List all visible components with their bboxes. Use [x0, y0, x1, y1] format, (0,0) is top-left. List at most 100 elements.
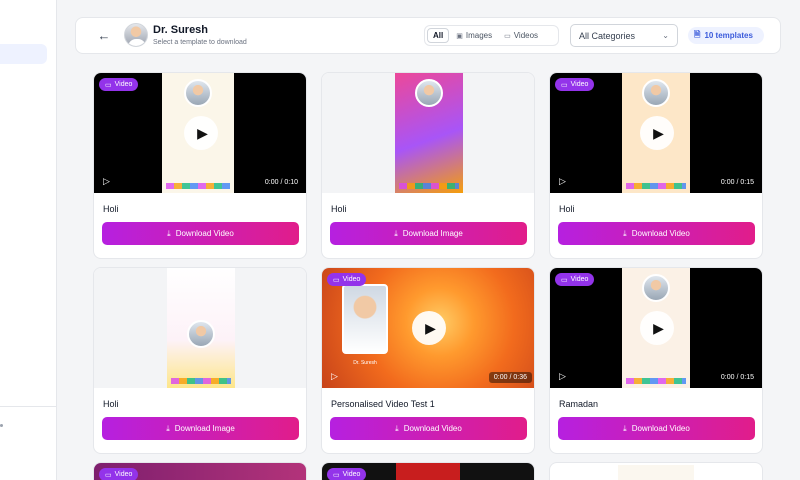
video-time: 0:00 / 0:15	[720, 179, 754, 186]
filter-images-button[interactable]: ▣ Images	[451, 28, 497, 43]
download-button-label: Download Video	[403, 424, 462, 433]
video-badge: ▭ Video	[327, 468, 367, 480]
download-video-button[interactable]: ⤓ Download Video	[330, 417, 527, 440]
template-card: ▭ Video ▶ ▷ 0:00 / 0:15 Ramadan ⤓ Download…	[549, 267, 763, 454]
card-media[interactable]: ▭ Video ▶ ▷ 0:00 / 0:15	[550, 73, 762, 193]
video-badge: ▭ Video	[327, 273, 367, 286]
download-image-button[interactable]: ⤓ Download Image	[330, 222, 527, 245]
avatar	[124, 23, 148, 47]
download-button-label: Download Image	[402, 229, 463, 238]
sidebar-active-item[interactable]	[0, 44, 47, 64]
card-media[interactable]: Dr. Suresh ▭ Video ▶ ▷ 0:00 / 0:36	[322, 268, 534, 388]
card-media[interactable]: ▭ Video ▶ ▷ 0:00 / 0:15	[550, 268, 762, 388]
template-card: Dr. Suresh ▭ Video ▶ ▷ 0:00 / 0:36 Person…	[321, 267, 535, 454]
play-button[interactable]: ▶	[412, 311, 446, 345]
decor-strip	[626, 183, 686, 189]
filter-videos-label: Videos	[513, 31, 539, 40]
play-button[interactable]: ▶	[184, 116, 218, 150]
image-icon: ▣	[456, 32, 463, 40]
template-card: Holi ⤓ Download Image	[321, 72, 535, 259]
doctor-photo	[642, 274, 670, 302]
page-subtitle: Select a template to download	[153, 39, 247, 46]
video-badge: ▭ Video	[555, 273, 595, 286]
sidebar	[0, 0, 57, 480]
download-button-label: Download Video	[631, 424, 690, 433]
card-title: Holi	[103, 399, 119, 409]
video-icon: ▭	[105, 81, 112, 89]
doctor-photo	[415, 79, 443, 107]
decor-strip	[166, 183, 230, 189]
template-card[interactable]: ▭ Video	[93, 462, 307, 480]
video-icon: ▭	[333, 471, 340, 479]
doctor-photo	[342, 284, 388, 354]
video-badge-label: Video	[342, 276, 361, 283]
filter-videos-button[interactable]: ▭ Videos	[499, 28, 543, 43]
video-badge: ▭ Video	[99, 468, 139, 480]
download-video-button[interactable]: ⤓ Download Video	[102, 222, 299, 245]
document-icon: 🗎	[694, 29, 701, 39]
card-media[interactable]	[94, 268, 306, 388]
filter-all-label: All	[433, 31, 444, 40]
download-button-label: Download Video	[631, 229, 690, 238]
type-filter: All ▣ Images ▭ Videos	[424, 25, 559, 46]
card-title: Holi	[331, 204, 347, 214]
page-header: ← Dr. Suresh Select a template to downlo…	[75, 17, 781, 54]
doctor-photo	[187, 320, 215, 348]
sidebar-dot	[0, 424, 3, 427]
video-badge-label: Video	[570, 81, 589, 88]
download-icon: ⤓	[394, 228, 398, 238]
card-title: Ramadan	[559, 399, 599, 409]
video-badge-label: Video	[342, 471, 361, 478]
video-badge-label: Video	[114, 81, 133, 88]
play-button[interactable]: ▶	[640, 311, 674, 345]
video-icon: ▭	[561, 276, 568, 284]
template-card: ▭ Video ▶ ▷ 0:00 / 0:10 Holi ⤓ Download Vi…	[93, 72, 307, 259]
download-icon: ⤓	[166, 423, 170, 433]
download-video-button[interactable]: ⤓ Download Video	[558, 222, 755, 245]
video-time: 0:00 / 0:10	[264, 179, 298, 186]
download-button-label: Download Video	[175, 229, 234, 238]
sidebar-divider	[0, 406, 57, 407]
video-time: 0:00 / 0:36	[488, 372, 532, 383]
template-count-label: 10 templates	[704, 31, 753, 40]
template-preview	[618, 465, 694, 480]
download-image-button[interactable]: ⤓ Download Image	[102, 417, 299, 440]
template-card: Holi ⤓ Download Image	[93, 267, 307, 454]
video-badge: ▭ Video	[555, 78, 595, 91]
play-icon[interactable]: ▷	[559, 371, 566, 382]
card-title: Holi	[559, 204, 575, 214]
back-arrow-icon[interactable]: ←	[96, 28, 112, 44]
play-button[interactable]: ▶	[640, 116, 674, 150]
card-media[interactable]	[322, 73, 534, 193]
video-badge-label: Video	[570, 276, 589, 283]
download-icon: ⤓	[623, 423, 627, 433]
video-icon: ▭	[504, 32, 511, 40]
doctor-photo	[184, 79, 212, 107]
video-badge-label: Video	[114, 471, 133, 478]
video-time: 0:00 / 0:15	[720, 374, 754, 381]
template-card[interactable]	[549, 462, 763, 480]
template-preview	[395, 73, 463, 193]
decor-strip	[171, 378, 231, 384]
template-card: ▭ Video ▶ ▷ 0:00 / 0:15 Holi ⤓ Download Vi…	[549, 72, 763, 259]
download-button-label: Download Image	[174, 424, 235, 433]
play-icon[interactable]: ▷	[559, 176, 566, 187]
category-select[interactable]: All Categories ⌄	[570, 24, 678, 47]
download-icon: ⤓	[623, 228, 627, 238]
template-count-badge: 🗎 10 templates	[688, 27, 764, 44]
page-title: Dr. Suresh	[153, 24, 209, 36]
card-media[interactable]: ▭ Video ▶ ▷ 0:00 / 0:10	[94, 73, 306, 193]
filter-all-button[interactable]: All	[427, 28, 450, 43]
doctor-photo	[642, 79, 670, 107]
template-card[interactable]: ▭ Video	[321, 462, 535, 480]
filter-images-label: Images	[465, 31, 493, 40]
download-icon: ⤓	[395, 423, 399, 433]
play-icon[interactable]: ▷	[103, 176, 110, 187]
decor-strip	[626, 378, 686, 384]
video-icon: ▭	[561, 81, 568, 89]
video-icon: ▭	[333, 276, 340, 284]
video-badge: ▭ Video	[99, 78, 139, 91]
play-icon[interactable]: ▷	[331, 371, 338, 382]
card-title: Holi	[103, 204, 119, 214]
download-video-button[interactable]: ⤓ Download Video	[558, 417, 755, 440]
